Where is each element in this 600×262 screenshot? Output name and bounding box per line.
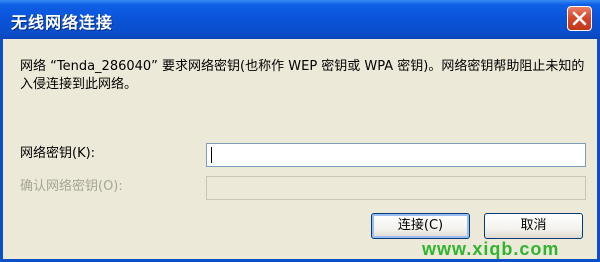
- wireless-connection-dialog: 无线网络连接 网络 “Tenda_286040” 要求网络密钥(也称作 WEP …: [0, 0, 600, 262]
- confirm-network-key-label: 确认网络密钥(O):: [20, 179, 123, 194]
- connect-button[interactable]: 连接(C): [371, 213, 470, 239]
- network-key-label: 网络密钥(K):: [20, 146, 96, 161]
- cancel-button[interactable]: 取消: [484, 213, 583, 239]
- site-watermark: www.xiqb.com: [422, 239, 560, 259]
- close-button[interactable]: [567, 6, 592, 31]
- text-caret: [211, 147, 212, 163]
- network-key-prompt: 网络 “Tenda_286040” 要求网络密钥(也称作 WEP 密钥或 WPA…: [20, 59, 585, 92]
- confirm-network-key-input[interactable]: [206, 176, 586, 200]
- title-bar[interactable]: 无线网络连接: [0, 0, 600, 39]
- close-icon: [572, 11, 587, 26]
- network-key-input[interactable]: [206, 143, 586, 167]
- window-title: 无线网络连接: [11, 13, 114, 32]
